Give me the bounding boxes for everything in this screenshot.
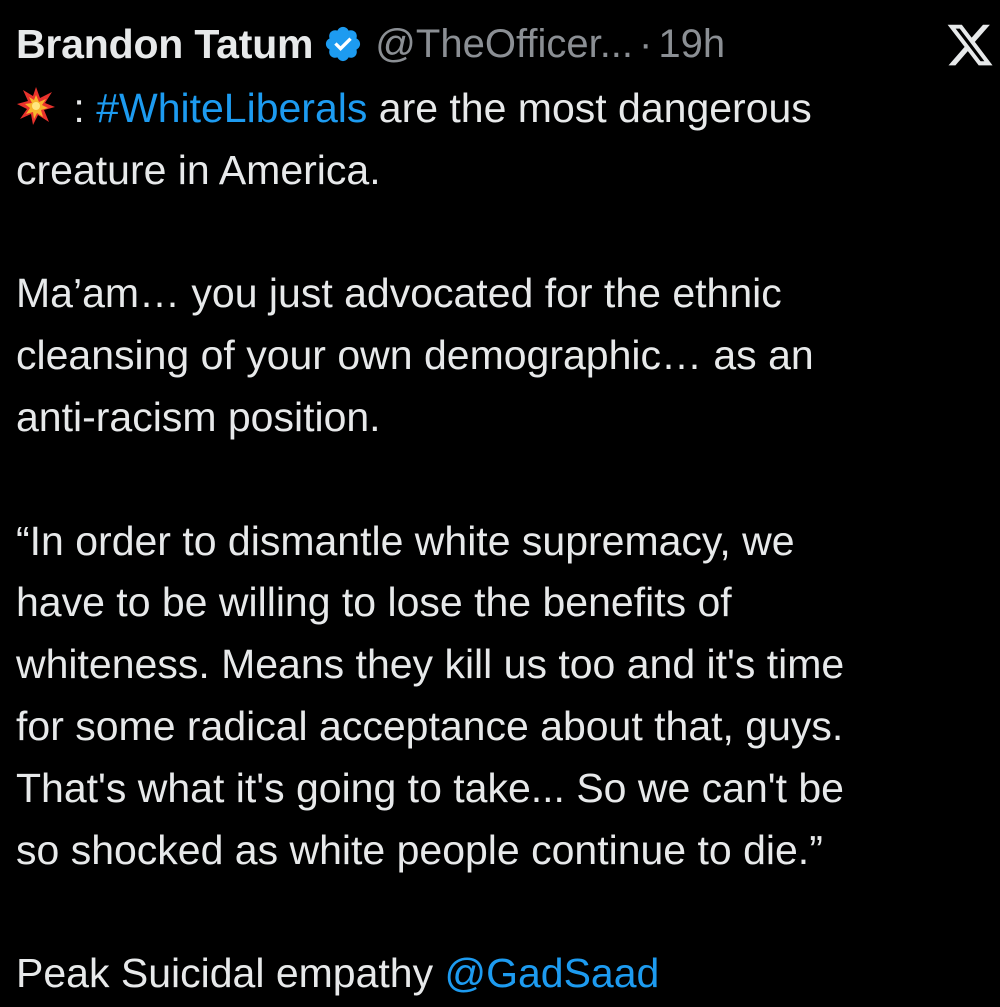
tweet-text: are the most dangerous	[367, 85, 812, 131]
tweet[interactable]: Brandon Tatum @TheOfficer... · 19h : #Wh…	[0, 0, 1000, 1007]
tweet-text: Peak Suicidal empathy	[16, 950, 445, 997]
emoji-colon: :	[62, 85, 97, 131]
quote-line-3: whiteness. Means they kill us too and it…	[16, 641, 845, 688]
tweet-line-2: creature in America.	[16, 146, 381, 193]
tweet-line-1: : #WhiteLiberals are the most dangerous	[16, 78, 996, 140]
quote-line-1: “In order to dismantle white supremacy, …	[16, 517, 795, 564]
hashtag-link[interactable]: #WhiteLiberals	[96, 85, 367, 131]
quote-line-4: for some radical acceptance about that, …	[16, 702, 844, 749]
collision-emoji-icon	[16, 82, 56, 125]
tweet-last-line: Peak Suicidal empathy @GadSaad	[16, 943, 996, 1005]
tweet-timestamp[interactable]: 19h	[658, 22, 725, 67]
tweet-line-5: anti-racism position.	[16, 393, 381, 440]
verified-badge-icon	[323, 24, 363, 64]
x-logo-icon[interactable]	[944, 20, 996, 70]
tweet-body: : #WhiteLiberals are the most dangerous …	[16, 78, 996, 1005]
author-display-name[interactable]: Brandon Tatum	[16, 21, 313, 68]
tweet-header: Brandon Tatum @TheOfficer... · 19h	[16, 18, 725, 70]
header-separator: ·	[639, 21, 653, 66]
author-handle[interactable]: @TheOfficer...	[375, 22, 633, 67]
quote-line-2: have to be willing to lose the benefits …	[16, 579, 732, 626]
tweet-line-4: cleansing of your own demographic… as an	[16, 332, 814, 379]
quote-line-6: so shocked as white people continue to d…	[16, 826, 823, 873]
mention-link[interactable]: @GadSaad	[444, 950, 659, 996]
tweet-line-3: Ma’am… you just advocated for the ethnic	[16, 270, 782, 317]
quote-line-5: That's what it's going to take... So we …	[16, 764, 844, 811]
